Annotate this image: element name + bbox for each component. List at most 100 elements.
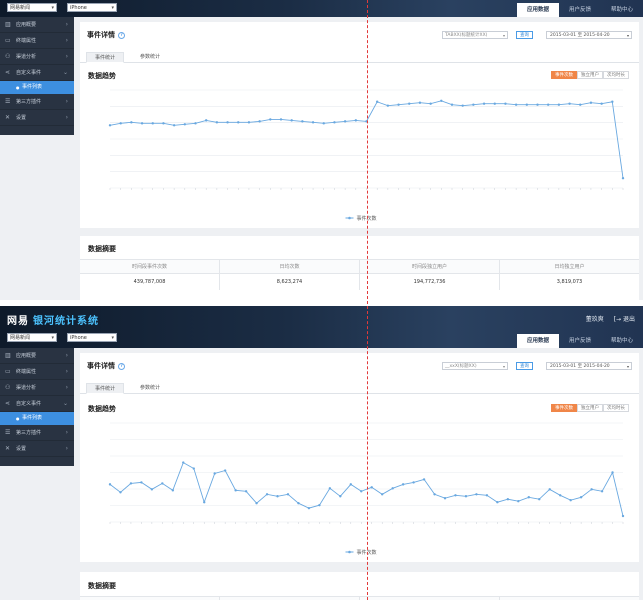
data-point[interactable]: [360, 490, 363, 493]
data-point[interactable]: [527, 496, 530, 499]
data-point[interactable]: [569, 499, 572, 502]
data-point[interactable]: [171, 489, 175, 492]
data-point[interactable]: [589, 101, 593, 104]
sidebar-item-overview[interactable]: ▥ 应用概要 ›: [0, 348, 74, 364]
data-point[interactable]: [279, 118, 283, 121]
data-point[interactable]: [485, 494, 489, 497]
data-point[interactable]: [621, 514, 625, 518]
data-point[interactable]: [108, 483, 112, 486]
event-select[interactable]: __xxX(标题XX) ▾: [442, 362, 508, 370]
data-point[interactable]: [525, 103, 529, 106]
data-point[interactable]: [590, 488, 593, 491]
metric-event-count-button[interactable]: 事件次数: [551, 71, 577, 79]
data-point[interactable]: [504, 102, 507, 105]
data-point[interactable]: [129, 482, 133, 485]
data-point[interactable]: [450, 103, 454, 106]
data-point[interactable]: [472, 103, 475, 106]
sidebar-item-channel[interactable]: ⚇ 渠道分析 ›: [0, 49, 74, 65]
data-point[interactable]: [493, 102, 496, 105]
device-select[interactable]: iPhone ▾: [67, 3, 117, 12]
data-point[interactable]: [461, 104, 464, 107]
data-point[interactable]: [290, 119, 293, 122]
data-point[interactable]: [506, 498, 510, 501]
data-point[interactable]: [223, 469, 227, 472]
data-point[interactable]: [443, 497, 447, 500]
username[interactable]: 董玖爽: [586, 316, 604, 323]
data-point[interactable]: [172, 124, 176, 127]
query-button[interactable]: 查询: [516, 31, 533, 39]
data-point[interactable]: [429, 102, 432, 105]
data-point[interactable]: [517, 500, 520, 503]
sidebar-item-custom-event[interactable]: ⋖ 自定义事件 ⌄: [0, 396, 74, 412]
data-point[interactable]: [162, 122, 165, 125]
data-point[interactable]: [464, 495, 468, 498]
data-point[interactable]: [307, 506, 311, 510]
sidebar-item-settings[interactable]: ✕ 设置 ›: [0, 441, 74, 457]
metric-unique-users-button[interactable]: 独立用户: [577, 71, 603, 79]
data-point[interactable]: [151, 122, 154, 125]
data-point[interactable]: [328, 487, 332, 490]
data-point[interactable]: [204, 119, 208, 122]
date-range-picker[interactable]: 2015-03-01 至 2015-04-20 ▾: [546, 31, 632, 39]
sidebar-item-channel[interactable]: ⚇ 渠道分析 ›: [0, 380, 74, 396]
help-icon[interactable]: ?: [118, 32, 125, 39]
sidebar-item-event-list[interactable]: ● 事件列表: [0, 81, 74, 94]
data-point[interactable]: [276, 495, 279, 498]
data-point[interactable]: [150, 488, 154, 491]
data-point[interactable]: [237, 121, 240, 124]
logout-link[interactable]: [→ 退出: [614, 316, 635, 323]
data-point[interactable]: [161, 482, 164, 485]
data-point[interactable]: [568, 102, 571, 105]
data-point[interactable]: [343, 120, 347, 123]
data-point[interactable]: [140, 481, 143, 484]
data-point[interactable]: [247, 121, 251, 124]
data-point[interactable]: [333, 121, 336, 124]
data-point[interactable]: [286, 493, 290, 496]
data-point[interactable]: [401, 483, 405, 486]
data-point[interactable]: [482, 102, 486, 105]
app-select[interactable]: 网易新闻 ▾: [7, 3, 57, 12]
metric-avg-duration-button[interactable]: 次均时长: [603, 404, 629, 412]
data-point[interactable]: [391, 487, 394, 490]
data-point[interactable]: [244, 490, 248, 493]
data-point[interactable]: [514, 103, 518, 106]
data-point[interactable]: [412, 481, 415, 484]
data-point[interactable]: [440, 99, 443, 102]
tab-event-stats[interactable]: 事件统计: [86, 383, 124, 394]
tab-param-stats[interactable]: 参数统计: [130, 383, 170, 394]
data-point[interactable]: [213, 472, 216, 475]
data-point[interactable]: [433, 493, 436, 496]
data-point[interactable]: [546, 103, 550, 106]
data-point[interactable]: [140, 122, 144, 125]
data-point[interactable]: [354, 119, 358, 122]
data-point[interactable]: [192, 467, 195, 470]
data-point[interactable]: [621, 177, 625, 180]
sidebar-item-plugin[interactable]: ☰ 第三方插件 ›: [0, 94, 74, 110]
data-point[interactable]: [536, 103, 539, 106]
data-point[interactable]: [496, 501, 499, 504]
tab-app-data[interactable]: 应用数据: [517, 334, 559, 348]
data-point[interactable]: [255, 501, 258, 505]
data-point[interactable]: [611, 471, 614, 474]
data-point[interactable]: [119, 122, 122, 125]
sidebar-item-event-list[interactable]: ● 事件列表: [0, 412, 74, 425]
sidebar-item-device[interactable]: ▭ 终端属性 ›: [0, 364, 74, 380]
date-range-picker[interactable]: 2015-03-01 至 2015-04-20 ▾: [546, 362, 632, 370]
data-point[interactable]: [381, 493, 384, 496]
sidebar-item-plugin[interactable]: ☰ 第三方插件 ›: [0, 425, 74, 441]
data-point[interactable]: [119, 491, 122, 494]
app-select[interactable]: 网易新闻 ▾: [7, 333, 57, 342]
sidebar-item-custom-event[interactable]: ⋖ 自定义事件 ⌄: [0, 65, 74, 81]
help-icon[interactable]: ?: [118, 363, 125, 370]
data-point[interactable]: [226, 121, 229, 124]
data-point[interactable]: [203, 501, 206, 504]
data-point[interactable]: [579, 103, 582, 106]
event-select[interactable]: TABXX(标题统计XX) ▾: [442, 31, 508, 39]
tab-user-feedback[interactable]: 用户反馈: [559, 334, 601, 348]
data-point[interactable]: [215, 121, 219, 124]
data-point[interactable]: [475, 493, 478, 496]
data-point[interactable]: [579, 496, 583, 499]
tab-param-stats[interactable]: 参数统计: [130, 52, 170, 63]
data-point[interactable]: [130, 121, 133, 124]
data-point[interactable]: [297, 501, 300, 505]
